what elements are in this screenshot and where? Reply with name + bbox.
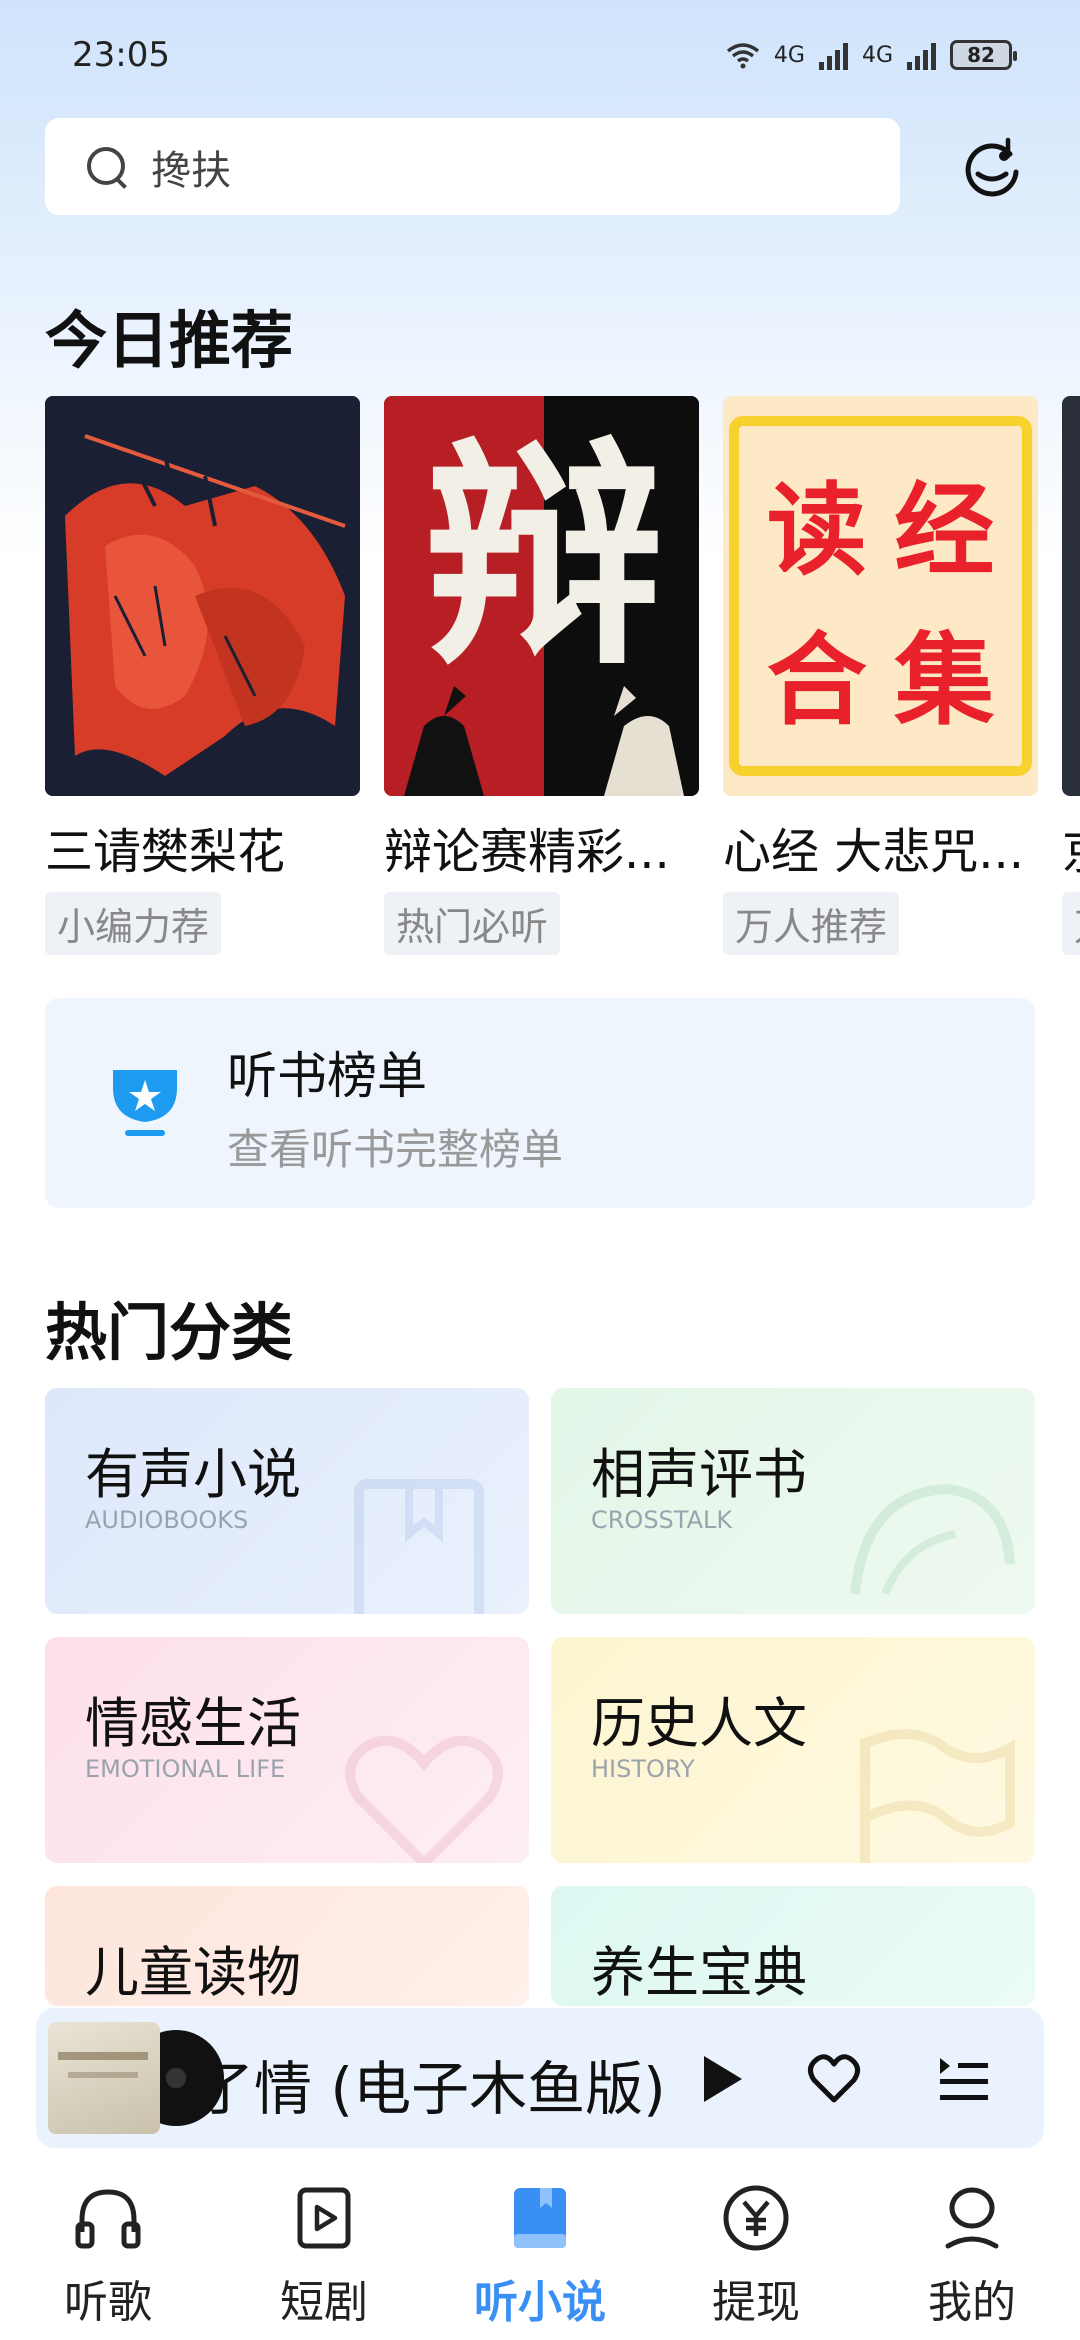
book-cover: 读 经 合 集 [723,396,1038,796]
category-name: 养生宝典 [591,1941,807,2004]
network-type-1: 4G [773,42,805,68]
category-en: EMOTIONAL LIFE [85,1755,286,1783]
assistant-icon[interactable] [958,132,1028,202]
recommend-tag: 小编力荐 [45,892,222,955]
recommend-card[interactable]: 京 万 [1062,396,1080,955]
fan-icon [850,1483,1015,1596]
category-en: CROSSTALK [591,1506,733,1534]
wifi-icon [726,43,759,69]
cover-char: 经 [894,471,995,589]
cover-calligraphy: 辩 [423,415,664,697]
nav-label: 我的 [928,2277,1016,2328]
cover-char: 集 [894,621,995,739]
status-time: 23:05 [72,35,170,75]
recommend-title: 三请樊梨花 [45,824,286,880]
status-bar: 23:05 4G 4G 82 [0,0,1080,110]
rank-title: 听书榜单 [227,1047,427,1105]
trophy-icon [113,1070,177,1136]
track-title: 了情 (电子木鱼版) [196,2055,666,2123]
nav-item-music[interactable]: 听歌 [28,2182,188,2330]
video-play-icon [297,2187,351,2249]
recommend-card[interactable]: 辩 辩论赛精彩... 热门必听 [384,396,699,955]
category-name: 情感生活 [85,1692,301,1755]
category-en: HISTORY [591,1755,695,1783]
bottom-nav: 听歌 短剧 听小说 提现 我的 [0,2160,1080,2340]
heart-outline-icon[interactable] [806,2052,862,2106]
book-cover [45,396,360,796]
battery-icon: 82 [950,40,1017,70]
headphones-icon [75,2189,141,2249]
category-crosstalk[interactable]: 相声评书 CROSSTALK [551,1388,1035,1614]
nav-item-withdraw[interactable]: 提现 [676,2182,836,2330]
category-name: 历史人文 [591,1692,807,1755]
section-title-recommend: 今日推荐 [45,304,294,377]
rank-subtitle: 查看听书完整榜单 [227,1125,564,1174]
play-icon[interactable] [696,2052,746,2106]
category-name: 相声评书 [591,1443,807,1506]
book-icon [354,1479,484,1614]
network-type-2: 4G [861,42,893,68]
status-icons: 4G 4G 82 [726,40,1017,70]
track-cover [48,2022,160,2134]
recommend-card[interactable]: 读 经 合 集 心经 大悲咒... 万人推荐 [723,396,1038,955]
recommend-title: 京 [1062,812,1080,882]
category-history[interactable]: 历史人文 HISTORY [551,1637,1035,1863]
yuan-coin-icon [723,2185,789,2251]
recommend-list: 三请樊梨花 小编力荐 辩 辩论赛精彩... 热门必听 读 经 合 集 心经 大悲… [45,396,1080,956]
book-cover: 辩 [384,396,699,796]
search-placeholder: 搀扶 [151,147,231,194]
recommend-tag: 热门必听 [384,892,561,955]
nav-item-profile[interactable]: 我的 [892,2182,1052,2330]
search-icon [85,145,129,189]
playlist-icon[interactable] [936,2054,992,2104]
category-en: AUDIOBOOKS [85,1506,249,1534]
recommend-card[interactable]: 三请樊梨花 小编力荐 [45,396,360,955]
category-audiobooks[interactable]: 有声小说 AUDIOBOOKS [45,1388,529,1614]
heart-icon [345,1735,503,1863]
recommend-title: 心经 大悲咒... [723,824,1025,880]
category-name: 儿童读物 [85,1941,301,2004]
category-emotional-life[interactable]: 情感生活 EMOTIONAL LIFE [45,1637,529,1863]
user-icon [945,2187,999,2249]
search-input[interactable]: 搀扶 [45,118,900,215]
nav-label: 短剧 [280,2277,368,2328]
recommend-tag: 万人推荐 [723,892,900,955]
nav-label: 听歌 [64,2277,152,2328]
book-icon [514,2188,566,2248]
nav-label: 听小说 [474,2277,606,2328]
category-health[interactable]: 养生宝典 [551,1886,1035,2006]
nav-label: 提现 [712,2277,800,2328]
nav-item-novel[interactable]: 听小说 [460,2182,620,2330]
book-cover [1062,396,1080,796]
category-name: 有声小说 [85,1443,301,1506]
recommend-title: 辩论赛精彩... [384,824,670,880]
flag-icon [860,1729,1015,1863]
mini-player[interactable]: 了情 (电子木鱼版) [36,2008,1044,2148]
nav-item-shortplay[interactable]: 短剧 [244,2182,404,2330]
rank-list-card[interactable]: 听书榜单 查看听书完整榜单 [45,998,1035,1208]
cover-char: 读 [766,471,867,589]
category-children[interactable]: 儿童读物 [45,1886,529,2006]
recommend-tag: 万 [1062,892,1080,955]
signal-icon [907,40,936,70]
cover-char: 合 [766,621,867,739]
signal-icon [818,40,848,70]
section-title-categories: 热门分类 [45,1296,294,1369]
